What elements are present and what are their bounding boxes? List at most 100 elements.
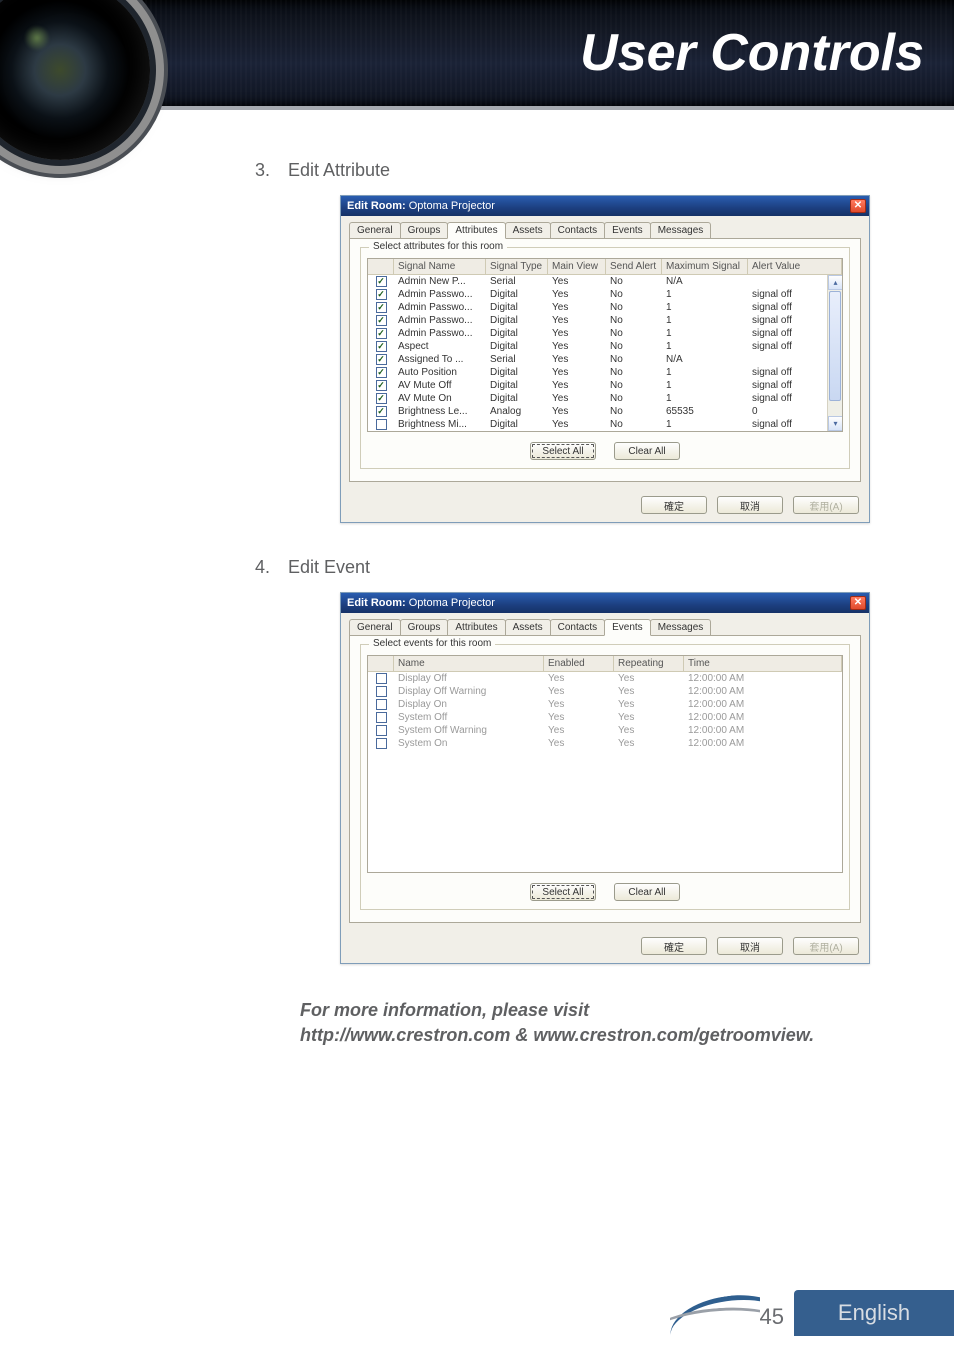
language-badge: English [794, 1290, 954, 1336]
table-row[interactable]: AspectDigitalYesNo1signal off [368, 340, 842, 353]
scroll-down-icon[interactable]: ▾ [828, 416, 842, 431]
tab-contacts[interactable]: Contacts [550, 619, 605, 635]
dialog-tabs: GeneralGroupsAttributesAssetsContactsEve… [341, 613, 869, 635]
page-number: 45 [760, 1304, 794, 1336]
row-checkbox[interactable] [376, 406, 387, 417]
col-enabled[interactable]: Enabled [544, 656, 614, 671]
tab-contacts[interactable]: Contacts [550, 222, 605, 238]
col-send-alert[interactable]: Send Alert [606, 259, 662, 274]
select-all-button[interactable]: Select All [530, 883, 596, 901]
col-signal-type[interactable]: Signal Type [486, 259, 548, 274]
table-row[interactable]: Assigned To ...SerialYesNoN/A [368, 353, 842, 366]
cell-enabled: Yes [544, 737, 614, 750]
cell-send-alert: No [606, 418, 662, 431]
row-checkbox[interactable] [376, 699, 387, 710]
table-row[interactable]: Display Off WarningYesYes12:00:00 AM [368, 685, 842, 698]
cell-main-view: Yes [548, 301, 606, 314]
cell-send-alert: No [606, 366, 662, 379]
row-checkbox[interactable] [376, 712, 387, 723]
table-row[interactable]: Admin Passwo...DigitalYesNo1signal off [368, 288, 842, 301]
tab-groups[interactable]: Groups [400, 619, 449, 635]
table-row[interactable]: Display OffYesYes12:00:00 AM [368, 672, 842, 685]
table-row[interactable]: Admin Passwo...DigitalYesNo1signal off [368, 301, 842, 314]
cell-main-view: Yes [548, 288, 606, 301]
col-max-signal[interactable]: Maximum Signal [662, 259, 748, 274]
select-all-button[interactable]: Select All [530, 442, 596, 460]
clear-all-button[interactable]: Clear All [614, 883, 680, 901]
col-repeating[interactable]: Repeating [614, 656, 684, 671]
scroll-thumb[interactable] [829, 291, 841, 401]
tab-attributes[interactable]: Attributes [447, 619, 505, 635]
row-checkbox[interactable] [376, 738, 387, 749]
cell-max-signal: 1 [662, 418, 748, 431]
dialog-titlebar: Edit Room: Optoma Projector ✕ [341, 196, 869, 216]
groupbox-label: Select attributes for this room [369, 241, 507, 252]
cell-name: System Off [394, 711, 544, 724]
col-time[interactable]: Time [684, 656, 842, 671]
row-checkbox[interactable] [376, 673, 387, 684]
table-row[interactable]: System OnYesYes12:00:00 AM [368, 737, 842, 750]
table-row[interactable]: Brightness Le...AnalogYesNo655350 [368, 405, 842, 418]
cell-signal-name: Admin New P... [394, 275, 486, 288]
cell-main-view: Yes [548, 379, 606, 392]
table-row[interactable]: System Off WarningYesYes12:00:00 AM [368, 724, 842, 737]
clear-all-button[interactable]: Clear All [614, 442, 680, 460]
cell-signal-type: Digital [486, 327, 548, 340]
tab-general[interactable]: General [349, 619, 401, 635]
col-alert-value[interactable]: Alert Value [748, 259, 842, 274]
tab-messages[interactable]: Messages [650, 222, 712, 238]
grid-body[interactable]: Display OffYesYes12:00:00 AMDisplay Off … [368, 672, 842, 872]
row-checkbox[interactable] [376, 302, 387, 313]
row-checkbox[interactable] [376, 725, 387, 736]
table-row[interactable]: Display OnYesYes12:00:00 AM [368, 698, 842, 711]
cell-max-signal: N/A [662, 275, 748, 288]
cancel-button[interactable]: 取消 [717, 937, 783, 955]
close-icon[interactable]: ✕ [850, 199, 866, 213]
tab-general[interactable]: General [349, 222, 401, 238]
scroll-up-icon[interactable]: ▴ [828, 275, 842, 290]
table-row[interactable]: Brightness Mi...DigitalYesNo1signal off [368, 418, 842, 431]
col-name[interactable]: Name [394, 656, 544, 671]
row-checkbox[interactable] [376, 393, 387, 404]
tab-attributes[interactable]: Attributes [447, 222, 505, 239]
cell-signal-name: Admin Passwo... [394, 327, 486, 340]
tab-assets[interactable]: Assets [505, 222, 551, 238]
row-checkbox[interactable] [376, 419, 387, 430]
table-row[interactable]: System OffYesYes12:00:00 AM [368, 711, 842, 724]
table-row[interactable]: AV Mute OnDigitalYesNo1signal off [368, 392, 842, 405]
cancel-button[interactable]: 取消 [717, 496, 783, 514]
row-checkbox[interactable] [376, 354, 387, 365]
tab-events[interactable]: Events [604, 619, 651, 636]
table-row[interactable]: Admin Passwo...DigitalYesNo1signal off [368, 327, 842, 340]
row-checkbox[interactable] [376, 367, 387, 378]
row-checkbox[interactable] [376, 328, 387, 339]
cell-repeating: Yes [614, 711, 684, 724]
table-row[interactable]: Admin New P...SerialYesNoN/A [368, 275, 842, 288]
ok-button[interactable]: 確定 [641, 937, 707, 955]
row-checkbox[interactable] [376, 686, 387, 697]
row-checkbox[interactable] [376, 315, 387, 326]
table-row[interactable]: Admin Passwo...DigitalYesNo1signal off [368, 314, 842, 327]
step-3: 3. Edit Attribute [250, 160, 914, 181]
table-row[interactable]: Auto PositionDigitalYesNo1signal off [368, 366, 842, 379]
row-checkbox[interactable] [376, 341, 387, 352]
close-icon[interactable]: ✕ [850, 596, 866, 610]
tab-events[interactable]: Events [604, 222, 651, 238]
row-checkbox[interactable] [376, 289, 387, 300]
row-checkbox[interactable] [376, 380, 387, 391]
cell-time: 12:00:00 AM [684, 724, 842, 737]
cell-signal-type: Digital [486, 314, 548, 327]
col-signal-name[interactable]: Signal Name [394, 259, 486, 274]
scrollbar[interactable]: ▴ ▾ [827, 275, 842, 431]
tab-groups[interactable]: Groups [400, 222, 449, 238]
grid-body[interactable]: Admin New P...SerialYesNoN/AAdmin Passwo… [368, 275, 842, 431]
table-row[interactable]: AV Mute OffDigitalYesNo1signal off [368, 379, 842, 392]
tab-messages[interactable]: Messages [650, 619, 712, 635]
col-main-view[interactable]: Main View [548, 259, 606, 274]
ok-button[interactable]: 確定 [641, 496, 707, 514]
apply-button: 套用(A) [793, 937, 859, 955]
tab-assets[interactable]: Assets [505, 619, 551, 635]
row-checkbox[interactable] [376, 276, 387, 287]
cell-main-view: Yes [548, 366, 606, 379]
cell-enabled: Yes [544, 672, 614, 685]
